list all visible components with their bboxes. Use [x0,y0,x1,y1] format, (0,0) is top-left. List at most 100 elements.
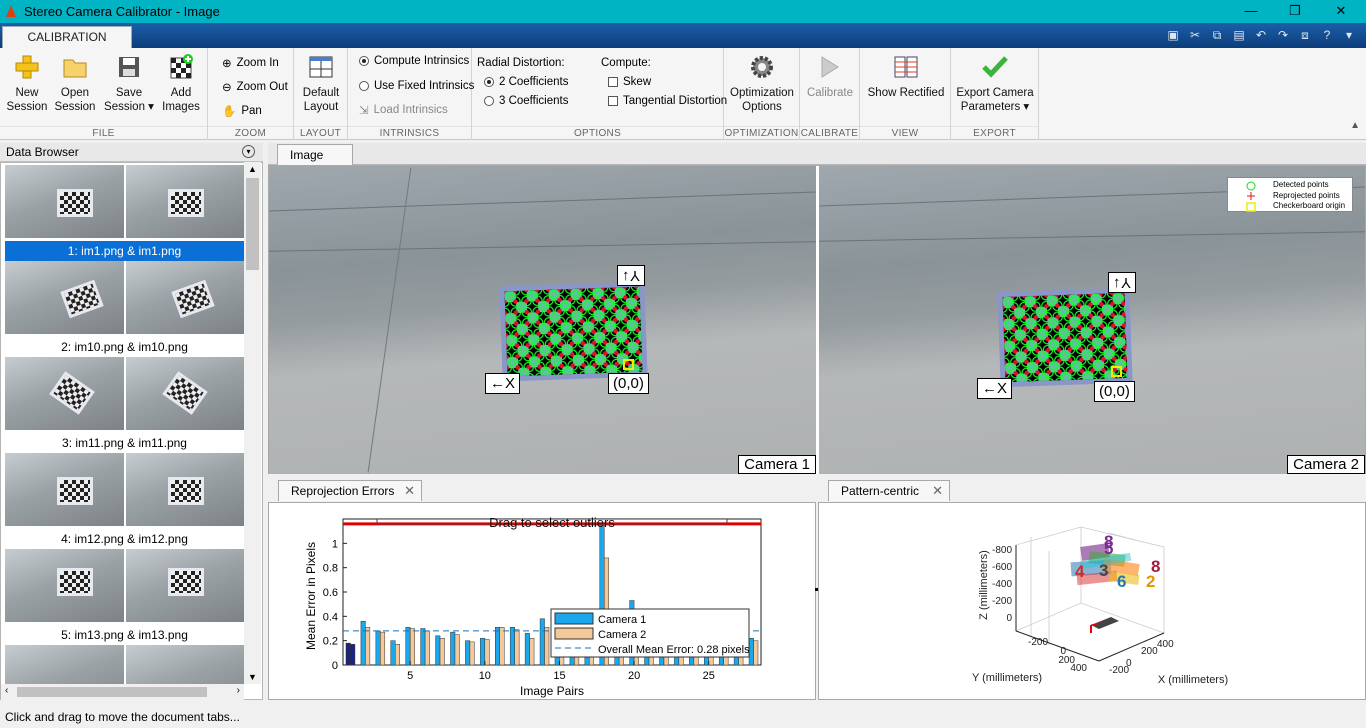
radio-selected-icon [359,56,369,66]
save-icon[interactable]: ▣ [1164,27,1182,44]
splitter-handle[interactable] [815,588,818,591]
pan-button[interactable]: ✋ Pan [222,104,262,118]
default-layout-label: Default Layout [302,87,340,113]
zoom-out-label: Zoom Out [236,81,288,93]
zoom-group: ⊕ Zoom In ⊖ Zoom Out ✋ Pan ZOOM [208,48,294,140]
camera1-bar [420,628,426,666]
points-legend: Detected points Reprojected points Check… [1227,177,1353,212]
pattern-index-label: 2 [1146,572,1155,591]
camera1-bar [539,618,545,666]
optimization-options-button[interactable]: Optimization Options [728,52,796,114]
browser-item[interactable]: 2: im10.png & im10.png [5,261,244,357]
origin-label: (0,0) [1094,381,1135,402]
show-rectified-label: Show Rectified [867,87,945,99]
reprojection-error-chart[interactable]: Drag to select outliers 5 10 15 20 25 0 0.2 0.4 0… [269,503,815,699]
collapse-ribbon-icon[interactable]: ▲ [1350,120,1360,131]
close-button[interactable]: ✕ [1318,0,1364,23]
two-coefficients-radio[interactable]: 2 Coefficients [484,76,568,88]
fixed-intrinsics-label: Use Fixed Intrinsics [374,80,475,92]
camera2-bar [395,644,400,666]
paste-icon[interactable]: ▤ [1230,27,1248,44]
camera2-bar [380,631,386,666]
open-session-button[interactable]: Open Session [52,52,98,114]
scroll-left-icon[interactable]: ‹ [5,685,8,696]
compute-intrinsics-label: Compute Intrinsics [374,55,470,67]
three-coefficients-radio[interactable]: 3 Coefficients [484,95,568,107]
cut-icon[interactable]: ✂ [1186,27,1204,44]
browser-item[interactable]: 4: im12.png & im12.png [5,453,244,549]
browser-item-label: 4: im12.png & im12.png [61,532,188,546]
minimize-button[interactable]: — [1228,0,1274,23]
tab-image[interactable]: Image [277,144,353,165]
help-icon[interactable]: ? [1318,27,1336,44]
zoom-out-button[interactable]: ⊖ Zoom Out [222,80,288,94]
fixed-intrinsics-radio[interactable]: Use Fixed Intrinsics [359,80,474,92]
restore-button[interactable]: ❐ [1272,0,1318,23]
browser-item[interactable]: 3: im11.png & im11.png [5,357,244,453]
load-intrinsics-label: Load Intrinsics [373,104,448,116]
camera1-bar [375,630,381,666]
browser-vertical-scrollbar[interactable]: ▲ ▼ [244,162,261,684]
thumbnail-image [5,261,124,334]
skew-label: Skew [623,76,652,88]
camera2-bar [424,630,430,666]
tab-reprojection-errors[interactable]: Reprojection Errors ✕ [278,480,422,501]
skew-checkbox[interactable]: Skew [608,76,651,88]
matlab-logo-icon [6,5,16,17]
scrollbar-thumb[interactable] [17,687,207,697]
export-camera-parameters-button[interactable]: Export Camera Parameters ▾ [955,52,1035,114]
tangential-checkbox[interactable]: Tangential Distortion [608,95,727,107]
reprojected-plus-icon [1247,192,1255,200]
browser-menu-icon[interactable]: ▾ [242,145,255,158]
dropdown-icon[interactable]: ▾ [1340,27,1358,44]
pattern-centric-pane: -800 -600 -400 -200 0 -200 0 200 400 -20… [818,502,1366,700]
pan-label: Pan [241,105,262,117]
switch-windows-icon[interactable]: ⧈ [1296,27,1314,44]
browser-horizontal-scrollbar[interactable]: ‹ › [1,684,244,700]
tab-pattern-centric[interactable]: Pattern-centric ✕ [828,480,950,501]
compute-intrinsics-radio[interactable]: Compute Intrinsics [359,55,469,67]
tab-calibration[interactable]: CALIBRATION [2,26,132,48]
file-group: New Session Open Session Save Session ▾ … [0,48,208,140]
scrollbar-thumb[interactable] [246,178,259,270]
z-tick-label: 0 [1006,613,1012,624]
pan-hand-icon: ✋ [222,106,237,118]
pattern-centric-plot[interactable]: -800 -600 -400 -200 0 -200 0 200 400 -20… [819,503,1365,699]
close-tab-icon[interactable]: ✕ [932,481,943,501]
z-tick-label: -200 [992,596,1012,607]
scroll-up-icon[interactable]: ▲ [248,164,257,174]
show-rectified-button[interactable]: Show Rectified [864,52,948,100]
scroll-right-icon[interactable]: › [237,685,240,696]
default-layout-button[interactable]: Default Layout [298,52,344,114]
zoom-in-button[interactable]: ⊕ Zoom In [222,56,279,70]
browser-item[interactable]: 5: im13.png & im13.png [5,549,244,645]
x-tick-label: 15 [553,670,565,682]
thumbnail-image [5,549,124,622]
radial-distortion-heading: Radial Distortion: [477,57,565,69]
plus-icon [15,55,39,79]
floppy-icon [119,57,139,77]
undo-icon[interactable]: ↶ [1252,27,1270,44]
y-tick-label: 400 [1070,663,1087,674]
calibrate-button[interactable]: Calibrate [804,52,856,100]
camera1-bar [450,631,456,666]
camera2-bar [753,640,759,666]
compute-heading: Compute: [601,57,651,69]
scroll-down-icon[interactable]: ▼ [248,672,257,682]
y-axis-label: Y (millimeters) [972,672,1042,684]
browser-item[interactable]: 1: im1.png & im1.png [5,165,244,261]
save-session-button[interactable]: Save Session ▾ [102,52,156,114]
optimization-group-label: OPTIMIZATION [724,126,799,139]
origin-label: (0,0) [608,373,649,394]
new-session-button[interactable]: New Session [4,52,50,114]
camera1-bar [748,637,754,666]
origin-marker [1111,366,1122,377]
close-tab-icon[interactable]: ✕ [404,481,415,501]
load-intrinsics-button[interactable]: ⇲ Load Intrinsics [359,103,448,117]
image-tab-strip: Image [268,143,1366,165]
redo-icon[interactable]: ↷ [1274,27,1292,44]
new-session-label: New Session [6,87,48,113]
add-images-button[interactable]: Add Images [158,52,204,114]
z-axis-label: Z (millimeters) [978,550,990,620]
copy-icon[interactable]: ⧉ [1208,27,1226,44]
